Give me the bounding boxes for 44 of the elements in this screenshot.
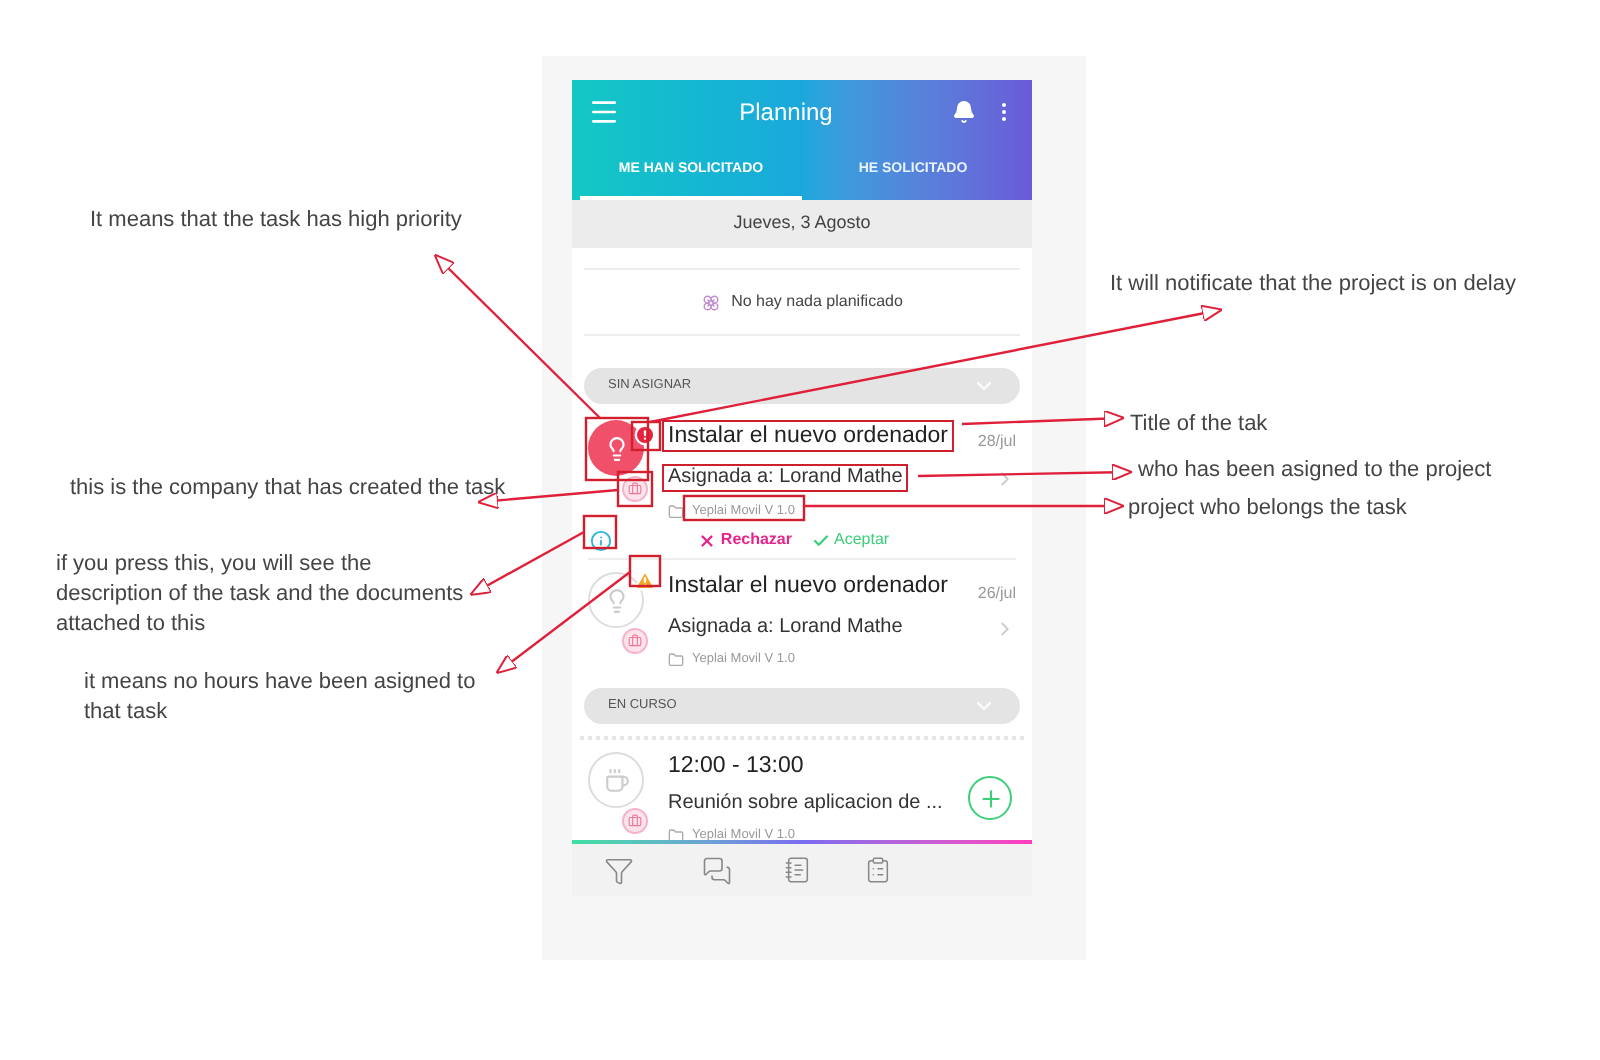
meeting-subject: Reunión sobre aplicacion de ... xyxy=(668,792,943,816)
notes-icon[interactable] xyxy=(784,856,812,884)
annotation-text: who has been asigned to the project xyxy=(1138,456,1492,486)
annotation-text: if you press this, you will see the description of the task and the documents attached to this xyxy=(56,550,466,640)
annotation-text: this is the company that has created the task xyxy=(70,474,506,504)
folder-icon xyxy=(668,828,684,840)
info-icon[interactable] xyxy=(590,529,612,551)
bell-icon[interactable] xyxy=(952,100,976,124)
plus-icon xyxy=(977,785,1003,811)
annotation-text: project who belongs the task xyxy=(1128,494,1407,524)
cup-icon xyxy=(603,767,629,793)
chat-icon[interactable] xyxy=(702,855,732,885)
lightbulb-icon xyxy=(603,587,629,613)
close-icon xyxy=(698,531,717,549)
annotation-text: it means no hours have been asigned to that task xyxy=(84,668,478,728)
clipboard-icon[interactable] xyxy=(864,856,892,884)
app-title: Planning xyxy=(737,96,835,130)
date-header: Jueves, 3 Agosto xyxy=(572,200,1032,248)
annotation-text: It will notificate that the project is on delay xyxy=(1110,270,1516,300)
task-date: 28/jul xyxy=(977,432,1016,452)
flower-icon xyxy=(701,293,720,311)
assignee: Asignada a: Lorand Mathe xyxy=(662,464,909,492)
briefcase-icon xyxy=(628,482,642,496)
menu-icon[interactable] xyxy=(588,96,620,128)
folder-icon xyxy=(668,652,684,668)
empty-message: No hay nada planificado xyxy=(731,290,903,314)
highlight-frame xyxy=(682,494,806,522)
highlight-frame xyxy=(628,554,662,588)
filter-icon[interactable] xyxy=(604,855,634,885)
briefcase-icon xyxy=(628,634,642,648)
assignee: Asignada a: Lorand Mathe xyxy=(668,616,903,640)
add-button[interactable] xyxy=(968,776,1012,820)
task-title: Instalar el nuevo ordenador xyxy=(662,420,955,452)
folder-icon xyxy=(668,504,684,520)
lightbulb-icon xyxy=(603,435,629,461)
check-icon xyxy=(812,531,830,549)
briefcase-icon xyxy=(628,814,642,828)
task-title: Instalar el nuevo ordenador xyxy=(668,572,949,600)
highlight-frame xyxy=(582,514,618,550)
reject-button[interactable]: Rechazar xyxy=(698,528,792,552)
task-date: 26/jul xyxy=(977,584,1016,604)
annotation-text: Title of the tak xyxy=(1130,410,1268,440)
task-title: 12:00 - 13:00 xyxy=(668,752,804,780)
annotation-text: It means that the task has high priority xyxy=(90,206,462,236)
